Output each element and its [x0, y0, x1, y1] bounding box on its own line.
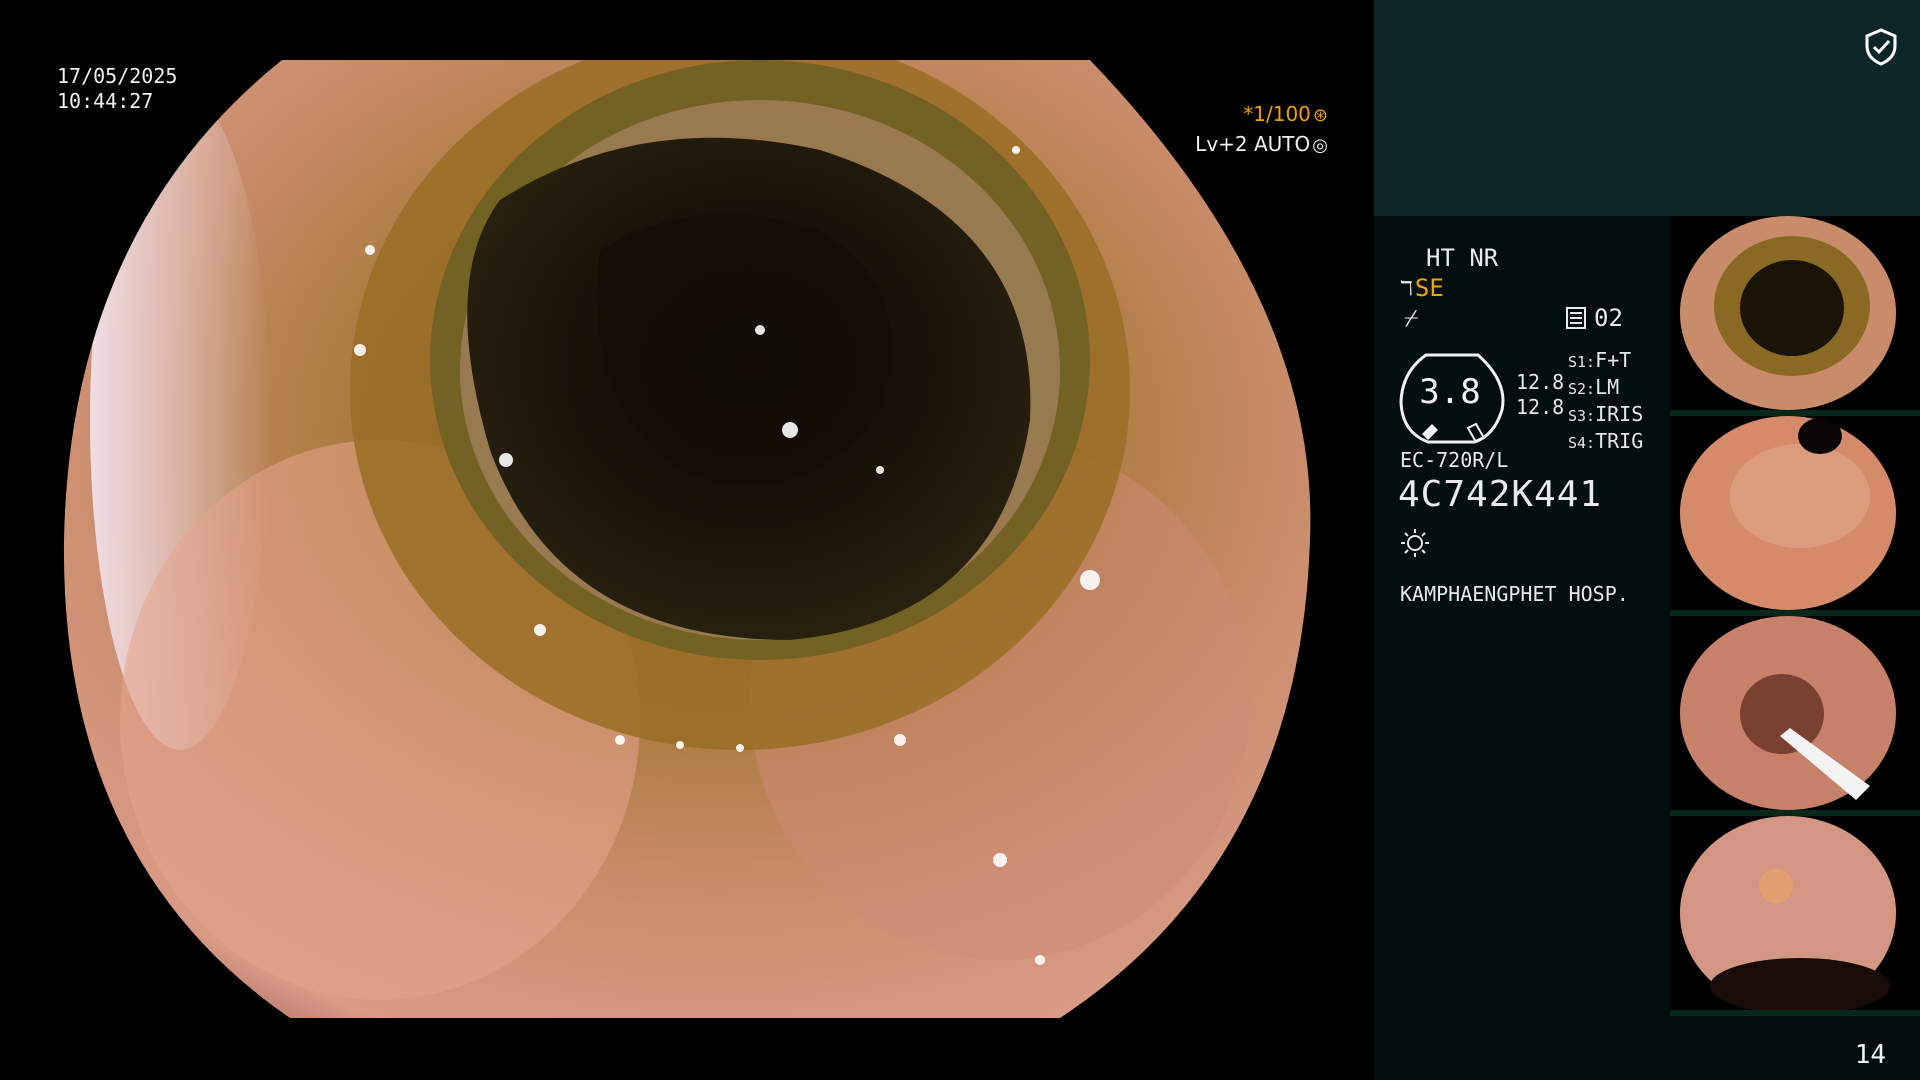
sun-icon — [1401, 529, 1429, 557]
switch-row: S2:LM — [1568, 375, 1620, 399]
memory-icon — [1566, 307, 1586, 329]
switch-row: S1:F+T — [1568, 348, 1632, 372]
wave-icon: ⌿ — [1404, 304, 1419, 332]
capture-thumbnail-4[interactable] — [1670, 816, 1920, 1016]
iris-level: Lv+2 AUTO — [1195, 132, 1311, 156]
switch-row: S3:IRIS — [1568, 402, 1644, 426]
target-icon: ◎ — [1312, 135, 1328, 156]
shield-check-icon[interactable] — [1864, 28, 1898, 66]
aperture-icon: ⊛ — [1312, 105, 1328, 126]
exam-time: 10:44:27 — [57, 89, 154, 113]
capture-thumbnail-1[interactable] — [1670, 216, 1920, 416]
endoscopic-image — [63, 60, 1311, 1018]
exposure-gauge: 3.8 — [1398, 352, 1514, 446]
scale-values: 12.8 12.8 — [1516, 370, 1564, 420]
info-panel: HT NR ℸ SE ⌿ 02 3.8 12.8 12.8 S1:F+T S2:… — [1374, 216, 1670, 1080]
top-banner — [1374, 0, 1920, 216]
capture-thumbnail-3[interactable] — [1670, 616, 1920, 816]
exam-date: 17/05/2025 — [57, 64, 178, 88]
scope-model: EC-720R/L — [1400, 448, 1509, 472]
mode-label: HT NR — [1426, 244, 1499, 272]
hospital-name: KAMPHAENGPHET HOSP. — [1400, 582, 1629, 606]
structure-enhance-row: ℸ SE — [1400, 274, 1444, 302]
memory-number: 02 — [1594, 304, 1623, 332]
endoscope-view: 17/05/2025 10:44:27 *1/100 ⊛ Lv+2 AUTO ◎ — [0, 0, 1374, 1080]
scope-serial: 4C742K441 — [1398, 474, 1603, 515]
signal-icon: ℸ — [1400, 276, 1413, 300]
thumbnail-column — [1670, 216, 1920, 1016]
switch-assignments: S1:F+T S2:LM S3:IRIS S4:TRIG — [1568, 348, 1643, 456]
structure-enhance-label: SE — [1414, 274, 1444, 302]
capture-thumbnail-2[interactable] — [1670, 416, 1920, 616]
date-time-overlay: 17/05/2025 10:44:27 — [57, 64, 177, 114]
memory-row: 02 — [1566, 304, 1623, 332]
gauge-value: 3.8 — [1419, 372, 1481, 412]
scale-value: 12.8 — [1516, 395, 1565, 419]
page-number: 14 — [1854, 1040, 1886, 1070]
scale-value: 12.8 — [1516, 370, 1565, 394]
zoom-ratio: *1/100 — [1243, 102, 1311, 126]
zoom-indicator: *1/100 ⊛ Lv+2 AUTO ◎ — [1195, 100, 1328, 160]
switch-row: S4:TRIG — [1568, 429, 1644, 453]
